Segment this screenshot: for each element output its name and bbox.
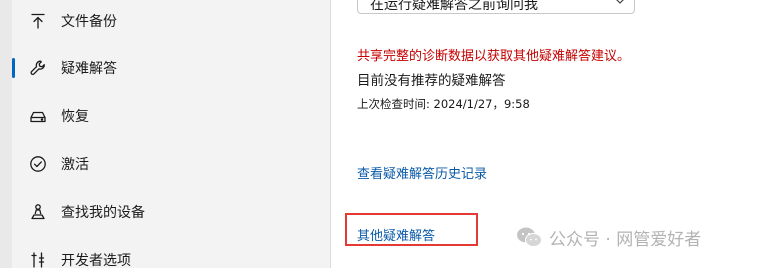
sidebar-item-file-backup[interactable]: 文件备份 xyxy=(12,1,330,41)
sidebar-item-recovery[interactable]: 恢复 xyxy=(12,96,330,136)
sidebar-item-label: 开发者选项 xyxy=(61,253,131,269)
person-location-icon xyxy=(27,201,49,223)
dropdown-selected-value: 在运行疑难解答之前询问我 xyxy=(370,0,538,13)
sidebar-item-label: 激活 xyxy=(61,157,89,173)
no-recommendation-text: 目前没有推荐的疑难解答 xyxy=(357,73,506,89)
last-checked-time: 上次检查时间: 2024/1/27，9:58 xyxy=(357,97,530,111)
sidebar-item-label: 恢复 xyxy=(61,109,89,125)
share-diagnostics-warning: 共享完整的诊断数据以获取其他疑难解答建议。 xyxy=(357,49,631,64)
sidebar-item-label: 查找我的设备 xyxy=(61,205,145,221)
chevron-down-icon xyxy=(616,0,624,4)
watermark-text: 公众号 · 网管爱好者 xyxy=(549,229,702,250)
sidebar-item-label: 文件备份 xyxy=(61,14,117,30)
active-indicator xyxy=(12,58,15,78)
troubleshoot-preference-dropdown[interactable]: 在运行疑难解答之前询问我 xyxy=(357,0,635,14)
watermark: 公众号 · 网管爱好者 xyxy=(515,224,701,250)
upload-arrow-icon xyxy=(27,10,49,32)
sidebar-item-troubleshoot[interactable]: 疑难解答 xyxy=(12,48,330,88)
check-circle-icon xyxy=(27,153,49,175)
recovery-drive-icon xyxy=(27,105,49,127)
sidebar-item-find-my-device[interactable]: 查找我的设备 xyxy=(12,192,330,232)
other-troubleshooters-link[interactable]: 其他疑难解答 xyxy=(357,225,435,244)
sidebar-item-activation[interactable]: 激活 xyxy=(12,144,330,184)
settings-sidebar: 文件备份 疑难解答 恢复 激活 查找我的设备 开发者选项 xyxy=(12,0,330,269)
sidebar-item-label: 疑难解答 xyxy=(61,61,117,77)
troubleshoot-history-link[interactable]: 查看疑难解答历史记录 xyxy=(357,163,487,182)
window-left-edge xyxy=(0,0,12,268)
wechat-logo-icon xyxy=(517,227,542,247)
wrench-icon xyxy=(27,57,49,79)
sidebar-item-developer-options[interactable]: 开发者选项 xyxy=(12,240,330,280)
